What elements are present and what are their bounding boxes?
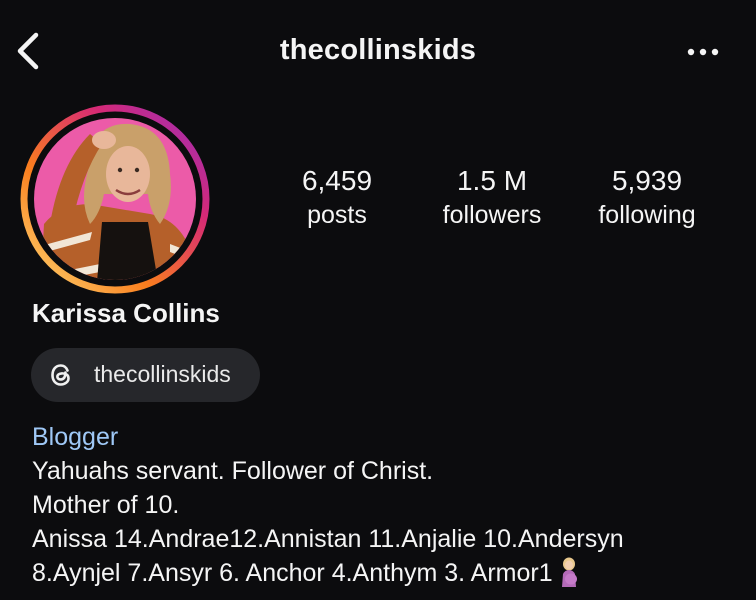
threads-profile-link[interactable]: thecollinskids xyxy=(31,348,260,402)
following-label: following xyxy=(598,201,696,229)
bio-line-3: Anissa 14.Andrae12.Annistan 11.Anjalie 1… xyxy=(32,525,624,553)
posts-stat[interactable]: 6,459 posts xyxy=(262,164,412,232)
avatar-story-ring xyxy=(20,104,210,294)
bio-line-2: Mother of 10. xyxy=(32,491,180,519)
profile-display-name: Karissa Collins xyxy=(32,298,220,328)
profile-avatar[interactable] xyxy=(20,104,210,294)
more-options-button[interactable] xyxy=(686,40,720,64)
bio-line-4: 8.Aynjel 7.Ansyr 6. Anchor 4.Anthym 3. A… xyxy=(32,556,742,590)
bio-line-1: Yahuahs servant. Follower of Christ. xyxy=(32,457,434,485)
profile-username-title: thecollinskids xyxy=(279,34,477,66)
bio-line-4-text: 8.Aynjel 7.Ansyr 6. Anchor 4.Anthym 3. A… xyxy=(32,559,553,587)
pregnant-woman-emoji xyxy=(561,557,577,587)
threads-icon xyxy=(51,364,70,386)
followers-label: followers xyxy=(442,201,542,229)
threads-handle: thecollinskids xyxy=(94,361,231,387)
more-horizontal-icon xyxy=(687,48,719,56)
following-stat[interactable]: 5,939 following xyxy=(572,164,722,232)
profile-category: Blogger xyxy=(32,423,119,451)
posts-count: 6,459 xyxy=(301,165,373,196)
followers-count: 1.5 M xyxy=(456,165,528,196)
top-bar: thecollinskids xyxy=(0,0,756,104)
profile-stats: 6,459 posts 1.5 M followers 5,939 follow… xyxy=(262,164,732,244)
following-count: 5,939 xyxy=(611,165,683,196)
posts-label: posts xyxy=(307,201,367,229)
followers-stat[interactable]: 1.5 M followers xyxy=(417,164,567,232)
profile-bio: Blogger Yahuahs servant. Follower of Chr… xyxy=(32,420,742,590)
